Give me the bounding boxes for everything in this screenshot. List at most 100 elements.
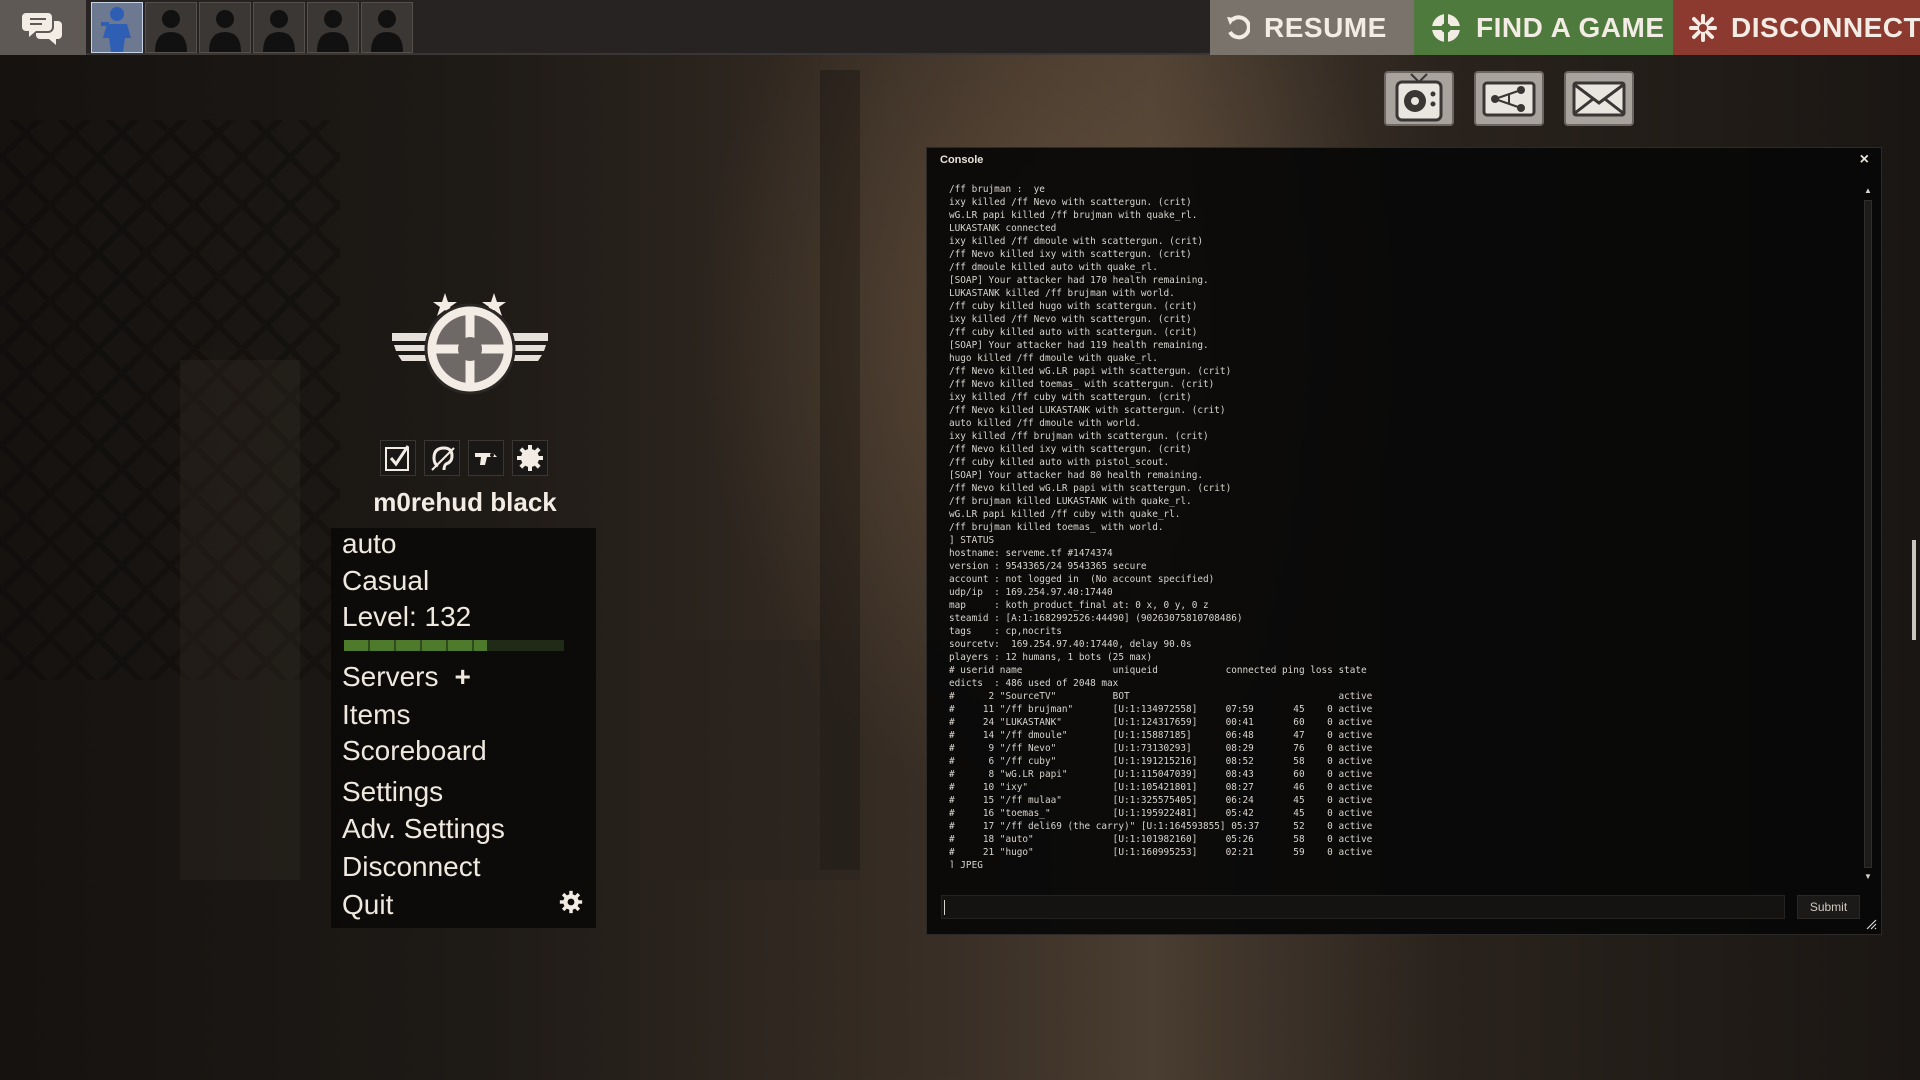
menu-item-disconnect[interactable]: Disconnect [342,851,481,883]
console-log-line: steamid : [A:1:1682992526:44490] (902630… [949,613,1243,624]
console-log-line: sourcetv: 169.254.97.40:17440, delay 90.… [949,639,1192,650]
console-log-line: /ff Nevo killed wG.LR papi with scatterg… [949,483,1232,494]
top-bar: RESUME FIND A GAME DISCONNECT [0,0,1920,55]
console-log-line: # 15 "/ff mulaa" [U:1:325575405] 06:24 4… [949,795,1373,806]
console-log-line: tags : cp,nocrits [949,626,1062,637]
scroll-thumb[interactable] [1864,200,1872,868]
console-log-line: [SOAP] Your attacker had 119 health rema… [949,340,1209,351]
console-log-line: /ff brujman : ye [949,184,1045,195]
empty-member-silhouette-icon [209,10,241,52]
disconnect-top-button[interactable]: DISCONNECT [1673,0,1920,55]
tv-icon [1395,72,1443,121]
nerf-gun-icon [475,453,497,465]
chat-button[interactable] [0,0,86,55]
tv-button[interactable] [1384,71,1454,126]
gear-icon [517,445,543,471]
party-slot-empty[interactable] [145,2,197,53]
console-log-line: hugo killed /ff dmoule with quake_rl. [949,353,1158,364]
party-slot-empty[interactable] [307,2,359,53]
console-log-line: /ff cuby killed auto with scattergun. (c… [949,327,1198,338]
console-log-line: LUKASTANK killed /ff brujman with world. [949,288,1175,299]
console-log-line: ixy killed /ff Nevo with scattergun. (cr… [949,197,1192,208]
checkbox-icon [385,445,410,471]
menu-item-items[interactable]: Items [342,699,410,731]
party-slot-empty[interactable] [253,2,305,53]
server-network-button[interactable] [1474,71,1544,126]
menu-item-adv-settings[interactable]: Adv. Settings [342,813,505,845]
console-log-line: ixy killed /ff cuby with scattergun. (cr… [949,392,1192,403]
username: m0rehud black [373,487,557,517]
text-caret [944,900,945,915]
console-log-line: /ff Nevo killed ixy with scattergun. (cr… [949,249,1192,260]
disconnect-burst-icon [1689,13,1717,42]
console-log-line: # 18 "auto" [U:1:101982160] 05:26 58 0 a… [949,834,1373,845]
console-log-line: [SOAP] Your attacker had 80 health remai… [949,470,1203,481]
console-log-line: # 6 "/ff cuby" [U:1:191215216] 08:52 58 … [949,756,1373,767]
console-log-line: # 2 "SourceTV" BOT active [949,691,1373,702]
main-menu: auto Casual Level: 132 Servers + Items Sc… [331,528,596,928]
console-log-line: wG.LR papi killed /ff cuby with quake_rl… [949,509,1181,520]
console-log-line: version : 9543365/24 9543365 secure [949,561,1147,572]
console-log-line: /ff Nevo killed toemas_ with scattergun.… [949,379,1215,390]
party-slot-self[interactable] [91,2,143,53]
menu-gear-button[interactable] [559,890,583,919]
servers-plus-icon[interactable]: + [454,661,470,693]
console-log-line: # 10 "ixy" [U:1:105421801] 08:27 46 0 ac… [949,782,1373,793]
console-window: Console × /ff brujman : ye ixy killed /ff… [926,147,1882,935]
console-log-line: /ff cuby killed auto with pistol_scout. [949,457,1170,468]
console-close-button[interactable]: × [1860,151,1869,169]
menu-item-settings[interactable]: Settings [342,776,443,808]
menu-item-servers[interactable]: Servers + [342,661,471,693]
console-log-line: /ff dmoule killed auto with quake_rl. [949,262,1158,273]
resume-button[interactable]: RESUME [1210,0,1414,55]
checklist-button[interactable] [380,440,416,476]
rank-emblem [390,285,550,405]
menu-item-quit[interactable]: Quit [342,889,393,921]
mail-button[interactable] [1564,71,1634,126]
console-log-line: # userid name uniqueid connected ping lo… [949,665,1367,676]
party-slot-empty[interactable] [361,2,413,53]
console-log-line: # 8 "wG.LR papi" [U:1:115047039] 08:43 6… [949,769,1373,780]
empty-member-silhouette-icon [155,10,187,52]
resize-grip-icon[interactable] [1865,918,1877,930]
console-log-line: # 24 "LUKASTANK" [U:1:124317659] 00:41 6… [949,717,1373,728]
console-log-line: # 17 "/ff deli69 (the carry)" [U:1:16459… [949,821,1373,832]
level-progress-bar [344,640,564,651]
find-a-game-button[interactable]: FIND A GAME [1414,0,1673,55]
menu-item-casual[interactable]: Casual [342,565,429,597]
settings-tool-button[interactable] [512,440,548,476]
console-log-line: [SOAP] Your attacker had 170 health rema… [949,275,1209,286]
console-input[interactable] [941,895,1785,919]
menu-item-auto[interactable]: auto [342,528,397,560]
console-log-line: hostname: serveme.tf #1474374 [949,548,1113,559]
scout-avatar-icon [101,7,131,52]
console-log-line: /ff brujman killed toemas_ with world. [949,522,1164,533]
scroll-down-arrow-icon[interactable]: ▼ [1863,872,1873,882]
scroll-up-arrow-icon[interactable]: ▲ [1863,186,1873,196]
servers-label: Servers [342,661,439,692]
console-log-line: edicts : 486 used of 2048 max [949,678,1119,689]
console-title: Console [940,154,984,166]
resume-label: RESUME [1264,11,1387,43]
console-log-line: wG.LR papi killed /ff brujman with quake… [949,210,1198,221]
profile-tool-row [380,440,548,476]
console-submit-button[interactable]: Submit [1797,895,1860,919]
party-slot-empty[interactable] [199,2,251,53]
console-log-line: # 11 "/ff brujman" [U:1:134972558] 07:59… [949,704,1373,715]
console-log-line: ] JPEG [949,860,983,868]
console-log-line: players : 12 humans, 1 bots (25 max) [949,652,1153,663]
console-log-line: account : not logged in (No account spec… [949,574,1215,585]
console-log-line: # 21 "hugo" [U:1:160995253] 02:21 59 0 a… [949,847,1373,858]
menu-item-scoreboard[interactable]: Scoreboard [342,735,487,767]
console-log-line: map : koth_product_final at: 0 x, 0 y, 0… [949,600,1209,611]
globe-icon [1430,12,1462,44]
disconnect-label: DISCONNECT [1731,11,1920,43]
background-crate [600,640,860,880]
voice-button[interactable] [424,440,460,476]
console-scrollbar[interactable]: ▲ ▼ [1863,186,1873,882]
server-network-icon [1482,81,1536,116]
console-log-line: # 14 "/ff dmoule" [U:1:15887185] 06:48 4… [949,730,1373,741]
gear-icon [559,890,583,914]
console-log-line: ] STATUS [949,535,995,546]
training-button[interactable] [468,440,504,476]
